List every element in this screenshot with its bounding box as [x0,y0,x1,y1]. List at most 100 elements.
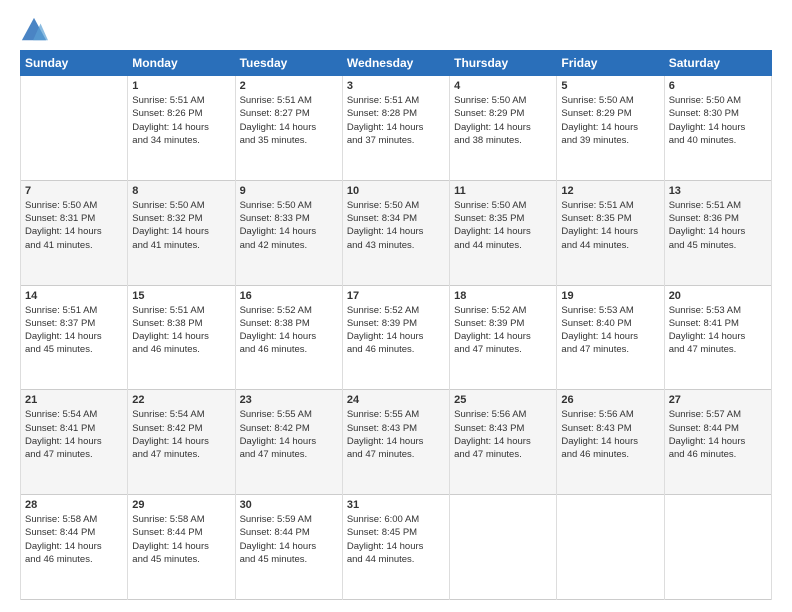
daylight-minutes: and 47 minutes. [132,448,230,461]
daylight-minutes: and 44 minutes. [454,239,552,252]
daylight-minutes: and 40 minutes. [669,134,767,147]
daylight-minutes: and 45 minutes. [669,239,767,252]
sunset-text: Sunset: 8:36 PM [669,212,767,225]
daylight-hours: Daylight: 14 hours [240,435,338,448]
daylight-hours: Daylight: 14 hours [561,330,659,343]
sunrise-text: Sunrise: 5:55 AM [240,408,338,421]
day-number: 23 [240,394,338,406]
daylight-minutes: and 46 minutes. [561,448,659,461]
calendar-cell: 20Sunrise: 5:53 AMSunset: 8:41 PMDayligh… [664,285,771,390]
calendar-week-row: 21Sunrise: 5:54 AMSunset: 8:41 PMDayligh… [21,390,772,495]
calendar-table: SundayMondayTuesdayWednesdayThursdayFrid… [20,50,772,600]
calendar-cell: 28Sunrise: 5:58 AMSunset: 8:44 PMDayligh… [21,495,128,600]
daylight-hours: Daylight: 14 hours [25,435,123,448]
calendar-cell: 1Sunrise: 5:51 AMSunset: 8:26 PMDaylight… [128,76,235,181]
sunrise-text: Sunrise: 5:55 AM [347,408,445,421]
sunrise-text: Sunrise: 6:00 AM [347,513,445,526]
calendar-week-row: 28Sunrise: 5:58 AMSunset: 8:44 PMDayligh… [21,495,772,600]
sunset-text: Sunset: 8:35 PM [454,212,552,225]
sunrise-text: Sunrise: 5:52 AM [454,304,552,317]
daylight-minutes: and 47 minutes. [454,343,552,356]
calendar-cell: 4Sunrise: 5:50 AMSunset: 8:29 PMDaylight… [450,76,557,181]
daylight-hours: Daylight: 14 hours [669,121,767,134]
day-number: 13 [669,185,767,197]
sunset-text: Sunset: 8:27 PM [240,107,338,120]
daylight-minutes: and 35 minutes. [240,134,338,147]
day-number: 24 [347,394,445,406]
sunset-text: Sunset: 8:42 PM [132,422,230,435]
day-number: 30 [240,499,338,511]
calendar-cell [664,495,771,600]
calendar-page: SundayMondayTuesdayWednesdayThursdayFrid… [0,0,792,612]
day-number: 26 [561,394,659,406]
daylight-hours: Daylight: 14 hours [347,121,445,134]
sunset-text: Sunset: 8:34 PM [347,212,445,225]
day-number: 8 [132,185,230,197]
day-number: 15 [132,290,230,302]
sunset-text: Sunset: 8:26 PM [132,107,230,120]
calendar-cell: 3Sunrise: 5:51 AMSunset: 8:28 PMDaylight… [342,76,449,181]
calendar-cell: 15Sunrise: 5:51 AMSunset: 8:38 PMDayligh… [128,285,235,390]
sunrise-text: Sunrise: 5:51 AM [132,304,230,317]
daylight-minutes: and 46 minutes. [669,448,767,461]
sunrise-text: Sunrise: 5:51 AM [132,94,230,107]
sunrise-text: Sunrise: 5:56 AM [561,408,659,421]
calendar-cell: 23Sunrise: 5:55 AMSunset: 8:42 PMDayligh… [235,390,342,495]
daylight-hours: Daylight: 14 hours [132,435,230,448]
sunset-text: Sunset: 8:38 PM [132,317,230,330]
sunrise-text: Sunrise: 5:51 AM [25,304,123,317]
daylight-minutes: and 41 minutes. [25,239,123,252]
sunset-text: Sunset: 8:44 PM [240,526,338,539]
sunset-text: Sunset: 8:44 PM [25,526,123,539]
daylight-hours: Daylight: 14 hours [132,121,230,134]
sunset-text: Sunset: 8:40 PM [561,317,659,330]
calendar-cell: 9Sunrise: 5:50 AMSunset: 8:33 PMDaylight… [235,180,342,285]
sunrise-text: Sunrise: 5:58 AM [132,513,230,526]
daylight-hours: Daylight: 14 hours [669,330,767,343]
sunrise-text: Sunrise: 5:58 AM [25,513,123,526]
sunset-text: Sunset: 8:28 PM [347,107,445,120]
calendar-cell: 17Sunrise: 5:52 AMSunset: 8:39 PMDayligh… [342,285,449,390]
sunset-text: Sunset: 8:44 PM [132,526,230,539]
sunset-text: Sunset: 8:29 PM [454,107,552,120]
daylight-minutes: and 46 minutes. [347,343,445,356]
sunrise-text: Sunrise: 5:50 AM [347,199,445,212]
daylight-hours: Daylight: 14 hours [561,225,659,238]
calendar-week-row: 7Sunrise: 5:50 AMSunset: 8:31 PMDaylight… [21,180,772,285]
daylight-minutes: and 42 minutes. [240,239,338,252]
calendar-cell: 30Sunrise: 5:59 AMSunset: 8:44 PMDayligh… [235,495,342,600]
day-number: 6 [669,80,767,92]
sunset-text: Sunset: 8:31 PM [25,212,123,225]
sunset-text: Sunset: 8:30 PM [669,107,767,120]
day-number: 27 [669,394,767,406]
sunrise-text: Sunrise: 5:54 AM [132,408,230,421]
daylight-minutes: and 44 minutes. [561,239,659,252]
sunrise-text: Sunrise: 5:50 AM [561,94,659,107]
daylight-hours: Daylight: 14 hours [561,435,659,448]
weekday-header-row: SundayMondayTuesdayWednesdayThursdayFrid… [21,51,772,76]
daylight-minutes: and 47 minutes. [454,448,552,461]
calendar-cell: 24Sunrise: 5:55 AMSunset: 8:43 PMDayligh… [342,390,449,495]
daylight-hours: Daylight: 14 hours [25,540,123,553]
calendar-cell: 14Sunrise: 5:51 AMSunset: 8:37 PMDayligh… [21,285,128,390]
day-number: 12 [561,185,659,197]
sunrise-text: Sunrise: 5:54 AM [25,408,123,421]
day-number: 22 [132,394,230,406]
sunrise-text: Sunrise: 5:50 AM [132,199,230,212]
weekday-header: Friday [557,51,664,76]
daylight-minutes: and 41 minutes. [132,239,230,252]
day-number: 20 [669,290,767,302]
sunset-text: Sunset: 8:37 PM [25,317,123,330]
daylight-minutes: and 39 minutes. [561,134,659,147]
calendar-cell: 31Sunrise: 6:00 AMSunset: 8:45 PMDayligh… [342,495,449,600]
sunrise-text: Sunrise: 5:50 AM [25,199,123,212]
sunset-text: Sunset: 8:39 PM [347,317,445,330]
sunrise-text: Sunrise: 5:51 AM [561,199,659,212]
sunrise-text: Sunrise: 5:53 AM [669,304,767,317]
calendar-cell: 8Sunrise: 5:50 AMSunset: 8:32 PMDaylight… [128,180,235,285]
sunset-text: Sunset: 8:33 PM [240,212,338,225]
sunrise-text: Sunrise: 5:51 AM [669,199,767,212]
sunset-text: Sunset: 8:35 PM [561,212,659,225]
sunset-text: Sunset: 8:39 PM [454,317,552,330]
daylight-hours: Daylight: 14 hours [240,330,338,343]
